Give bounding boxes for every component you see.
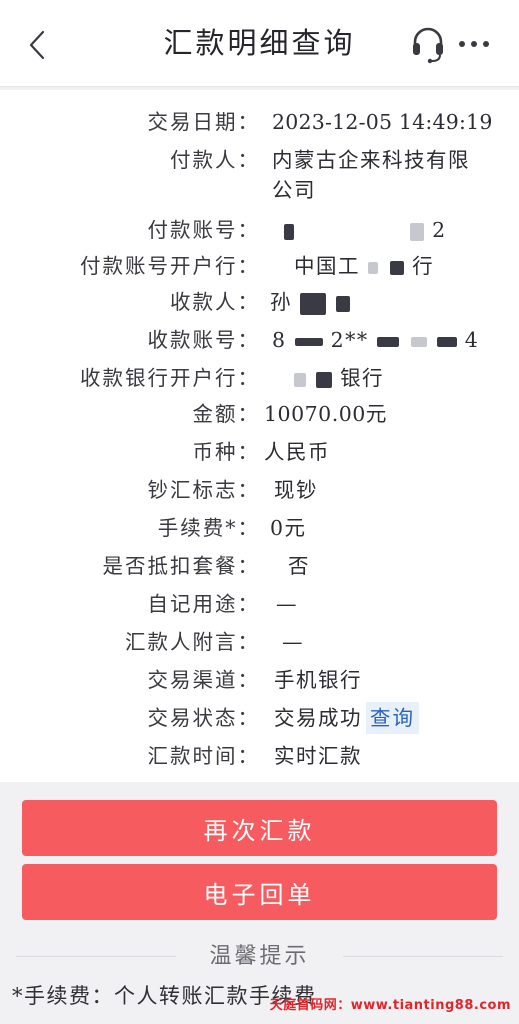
detail-label: 交易渠道：: [147, 668, 260, 692]
redaction-mask: [368, 261, 379, 274]
detail-value: 8 2** 4: [272, 322, 479, 358]
redaction-mask: [410, 336, 427, 347]
redaction-mask: [294, 372, 306, 387]
watermark: 天庭首码网：www.tianting88.com: [269, 998, 511, 1013]
detail-row-currency: 币种： 人民币: [0, 434, 519, 470]
detail-value-suffix: 2: [432, 218, 447, 242]
query-status-button[interactable]: 查询: [366, 702, 419, 734]
detail-row-payee-bank: 收款银行开户行： 银行: [0, 360, 519, 396]
detail-value-prefix: 孙: [270, 290, 292, 314]
tips-title: 温馨提示: [209, 944, 310, 969]
redaction-mask: [436, 336, 457, 347]
detail-label: 币种：: [192, 440, 260, 464]
detail-value: 孙: [270, 284, 351, 320]
detail-row-purpose: 自记用途： —: [0, 586, 519, 622]
detail-value: 银行: [294, 360, 384, 396]
detail-label: 汇款人附言：: [125, 630, 260, 654]
redaction-mask: [316, 371, 333, 388]
detail-row-amount: 金额： 10070.00元: [0, 396, 519, 432]
detail-value: 手机银行: [274, 668, 362, 692]
detail-label: 交易状态：: [147, 706, 260, 730]
detail-value-prefix: 中国工: [294, 254, 360, 278]
detail-value-suffix: 银行: [340, 366, 385, 390]
headset-icon: [413, 27, 443, 64]
detail-label: 汇款时间：: [147, 744, 260, 768]
redaction-mask: [410, 222, 425, 241]
redaction-mask: [336, 295, 351, 312]
detail-value: —: [276, 592, 298, 616]
detail-value: 0元: [270, 516, 307, 540]
detail-value: 否: [288, 554, 310, 578]
detail-row-remark: 汇款人附言： —: [0, 624, 519, 660]
detail-row-payer-bank: 付款账号开户行： 中国工 行: [0, 248, 519, 284]
detail-row-status: 交易状态： 交易成功 查询: [0, 700, 519, 736]
e-receipt-button[interactable]: 电子回单: [22, 864, 497, 920]
detail-value: 2023-12-05 14:49:19: [272, 110, 493, 134]
detail-label: 自记用途：: [147, 592, 260, 616]
detail-value: 现钞: [274, 478, 318, 502]
detail-value: 交易成功 查询: [274, 700, 419, 736]
status-text: 交易成功: [274, 706, 362, 730]
detail-value: 10070.00元: [264, 402, 387, 426]
redaction-mask: [376, 336, 399, 347]
detail-row-channel: 交易渠道： 手机银行: [0, 662, 519, 698]
redaction-mask: [294, 337, 323, 346]
detail-value-suffix: 4: [464, 328, 480, 352]
detail-value: 中国工 行: [294, 248, 434, 284]
detail-value: 2: [272, 212, 447, 248]
top-bar: 汇款明细查询: [0, 0, 519, 87]
detail-row-date: 交易日期： 2023-12-05 14:49:19: [0, 104, 519, 140]
detail-label: 手续费*：: [157, 516, 260, 540]
redaction-mask: [300, 292, 327, 315]
remit-again-button[interactable]: 再次汇款: [22, 800, 497, 856]
detail-row-cash-flag: 钞汇标志： 现钞: [0, 472, 519, 508]
detail-value: 人民币: [264, 440, 330, 464]
detail-value-prefix: 8: [272, 328, 287, 352]
detail-value: 实时汇款: [274, 744, 362, 768]
detail-label: 交易日期：: [147, 110, 260, 134]
transaction-details: 交易日期： 2023-12-05 14:49:19 付款人： 内蒙古企来科技有限…: [0, 90, 519, 782]
detail-label: 钞汇标志：: [147, 478, 260, 502]
detail-value-suffix: 行: [412, 254, 435, 278]
detail-label: 是否抵扣套餐：: [102, 554, 260, 578]
detail-row-payee-account: 收款账号： 8 2** 4: [0, 322, 519, 358]
detail-row-payer-cont: 公司: [0, 172, 519, 208]
detail-row-package-deduct: 是否抵扣套餐： 否: [0, 548, 519, 584]
more-horizontal-icon: [459, 41, 489, 47]
detail-label: 收款银行开户行：: [80, 366, 260, 390]
detail-value-mid: 2**: [330, 328, 369, 352]
detail-label: 收款人：: [170, 290, 260, 314]
detail-row-payee: 收款人： 孙: [0, 284, 519, 320]
customer-service-button[interactable]: [408, 22, 448, 66]
detail-row-remit-time: 汇款时间： 实时汇款: [0, 738, 519, 774]
detail-label: 金额：: [192, 402, 260, 426]
detail-label: 付款账号开户行：: [80, 254, 260, 278]
detail-row-payer-account: 付款账号： 2: [0, 212, 519, 248]
redaction-mask: [390, 260, 405, 275]
detail-label: 收款账号：: [147, 328, 260, 352]
detail-value: —: [282, 630, 304, 654]
detail-row-fee: 手续费*： 0元: [0, 510, 519, 546]
detail-value-line2: 公司: [272, 178, 316, 202]
redaction-mask: [284, 223, 294, 240]
more-button[interactable]: [454, 22, 494, 66]
detail-label: 付款账号：: [147, 218, 260, 242]
